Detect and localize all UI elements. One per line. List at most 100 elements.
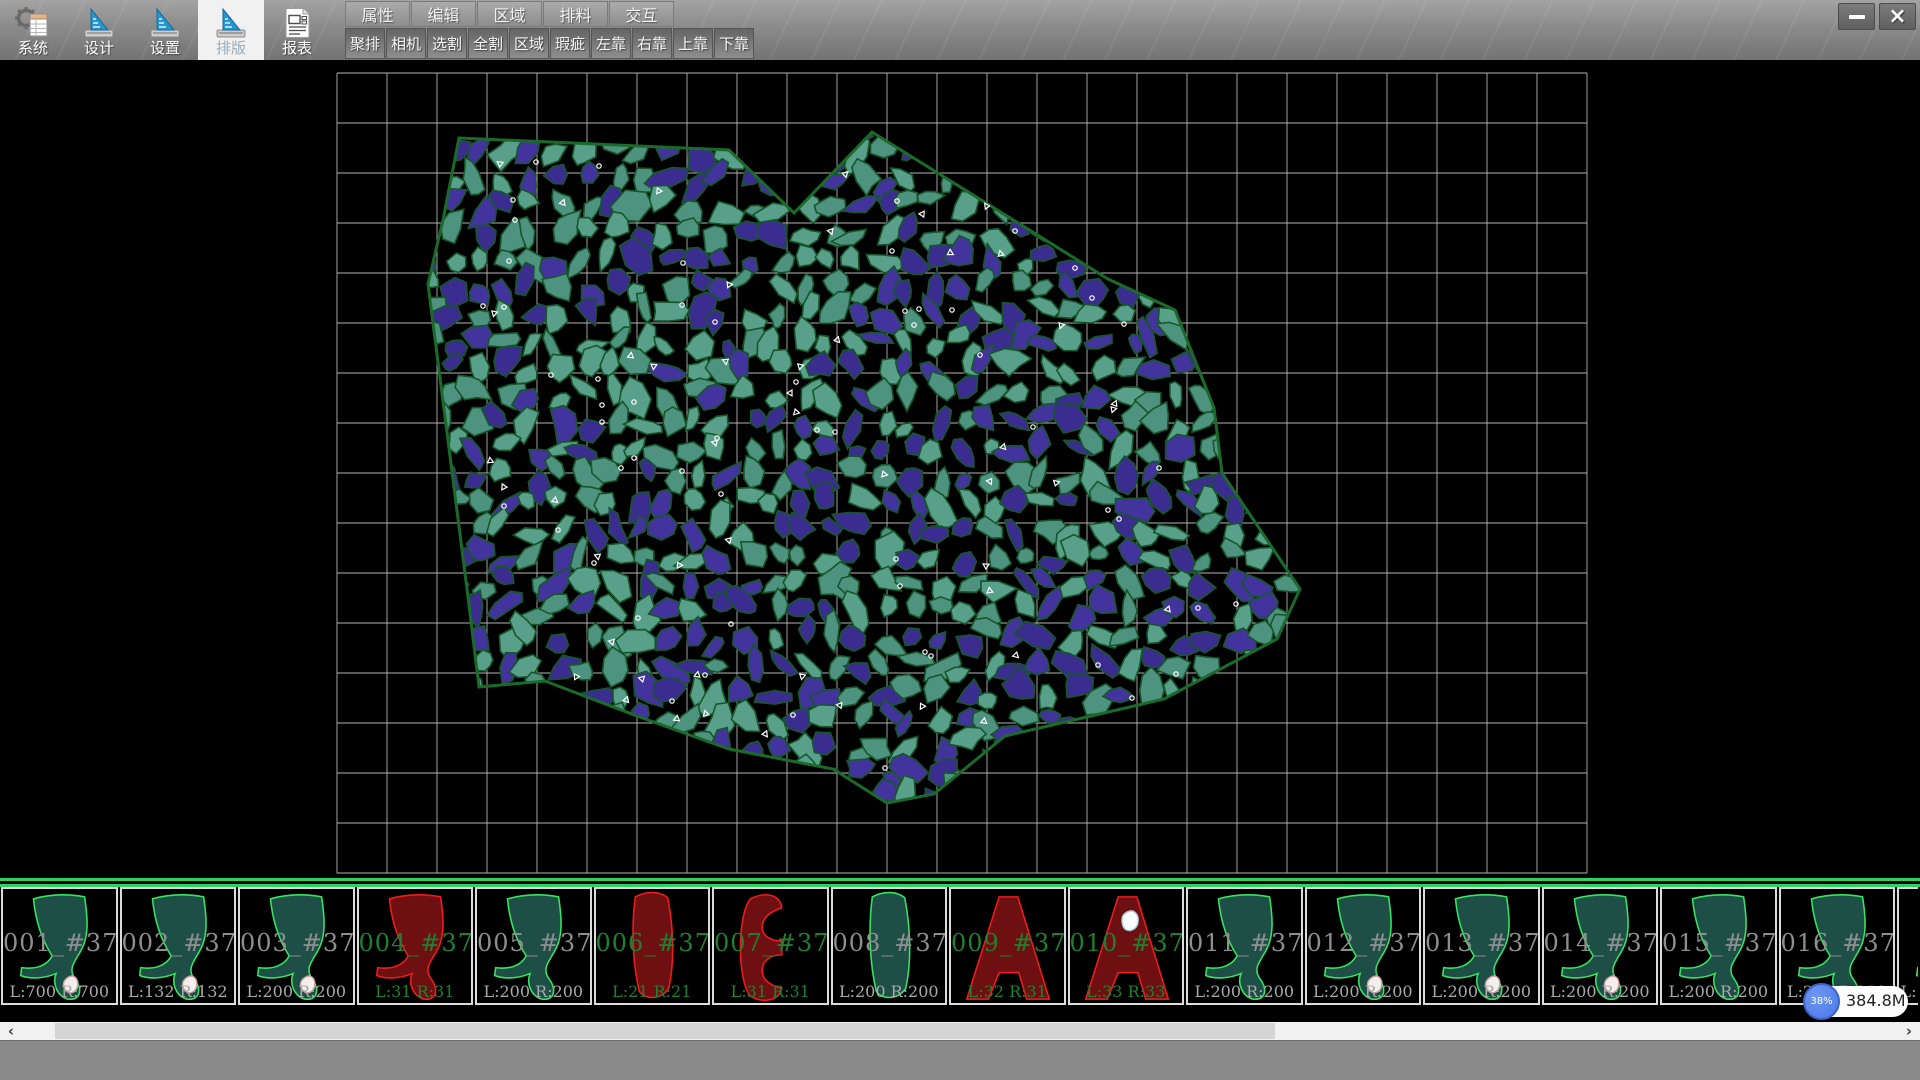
tool-button-9[interactable]: 上靠	[673, 28, 713, 59]
piece-lr-count: L:200 R:200	[1188, 982, 1301, 1001]
minimize-icon	[1849, 15, 1865, 19]
piece-lr-count: L:200 R:200	[833, 982, 946, 1001]
titlebar: 系统设计设置排版报表 属性编辑区域排料交互 聚排相机选割全割区域瑕疵左靠右靠上靠…	[0, 0, 1920, 60]
piece-id: 007_#37	[714, 929, 827, 957]
piece-id: 015_#37	[1662, 929, 1775, 957]
piece-id: 011_#37	[1188, 929, 1301, 957]
app-button-5[interactable]: 报表	[264, 0, 330, 60]
piece-id: 002_#37	[122, 929, 235, 957]
thumbnail-cell-3[interactable]: 003_#37 L:200 R:200	[238, 887, 355, 1005]
app-button-label: 设置	[150, 40, 180, 57]
app-button-label: 报表	[282, 40, 312, 57]
piece-lr-count: L:200 R:200	[1425, 982, 1538, 1001]
menu-button-5[interactable]: 交互	[609, 1, 674, 27]
thumbnail-cell-8[interactable]: 008_#37 L:200 R:200	[831, 887, 948, 1005]
tool-button-6[interactable]: 瑕疵	[550, 28, 590, 59]
piece-id: 006_#37	[596, 929, 709, 957]
thumbnail-cell-9[interactable]: 009_#37 L:32 R:31	[949, 887, 1066, 1005]
piece-lr-count: L:700 R:700	[3, 982, 116, 1001]
scroll-left-button[interactable]: ‹	[0, 1022, 22, 1040]
app-button-1[interactable]: 系统	[0, 0, 66, 60]
app-button-label: 排版	[216, 40, 246, 57]
tool-button-4[interactable]: 全割	[468, 28, 508, 59]
menu-button-2[interactable]: 编辑	[411, 1, 476, 27]
tool-button-1[interactable]: 聚排	[345, 28, 385, 59]
tool-button-10[interactable]: 下靠	[714, 28, 754, 59]
memory-badge: 38% 384.8M	[1806, 986, 1908, 1017]
piece-id: 016_#37	[1781, 929, 1894, 957]
piece-id: 012_#37	[1307, 929, 1420, 957]
piece-lr-count: L:132 R:132	[122, 982, 235, 1001]
piece-lr-count: L:200 R:200	[1662, 982, 1775, 1001]
piece-id: 009_#37	[951, 929, 1064, 957]
piece-lr-count: L:33 R:33	[1070, 982, 1183, 1001]
piece-lr-count: L:200 R:200	[1544, 982, 1657, 1001]
thumbnail-cell-13[interactable]: 013_#37 L:200 R:200	[1423, 887, 1540, 1005]
ruler-icon	[147, 7, 183, 39]
menu-button-4[interactable]: 排料	[543, 1, 608, 27]
app-button-4[interactable]: 排版	[198, 0, 264, 60]
piece-id: 010_#37	[1070, 929, 1183, 957]
app-window: 系统设计设置排版报表 属性编辑区域排料交互 聚排相机选割全割区域瑕疵左靠右靠上靠…	[0, 0, 1920, 1080]
piece-id: 005_#37	[477, 929, 590, 957]
ruler-icon	[213, 7, 249, 39]
memory-percent: 38%	[1810, 996, 1832, 1007]
piece-lr-count: L:31 R:31	[359, 982, 472, 1001]
close-icon: ×	[1888, 7, 1906, 27]
tool-button-7[interactable]: 左靠	[591, 28, 631, 59]
app-button-label: 系统	[18, 40, 48, 57]
app-button-2[interactable]: 设计	[66, 0, 132, 60]
piece-lr-count: L:32 R:31	[951, 982, 1064, 1001]
piece-id: 013_#37	[1425, 929, 1538, 957]
thumbnail-cell-10[interactable]: 010_#37 L:33 R:33	[1068, 887, 1185, 1005]
thumbnail-cell-6[interactable]: 006_#37 L:21 R:21	[594, 887, 711, 1005]
tool-button-5[interactable]: 区域	[509, 28, 549, 59]
piece-lr-count: L:200 R:200	[1307, 982, 1420, 1001]
system-icon	[15, 7, 51, 39]
piece-lr-count: L:31 R:31	[714, 982, 827, 1001]
memory-percent-badge: 38%	[1803, 983, 1840, 1020]
scrollbar-thumb[interactable]	[55, 1023, 1275, 1039]
menu-bar: 属性编辑区域排料交互	[345, 1, 675, 28]
piece-lr-count: L:21 R:21	[596, 982, 709, 1001]
tool-bar: 聚排相机选割全割区域瑕疵左靠右靠上靠下靠	[345, 28, 755, 59]
piece-id: 001_#37	[3, 929, 116, 957]
close-button[interactable]: ×	[1879, 3, 1916, 30]
thumbnail-cell-11[interactable]: 011_#37 L:200 R:200	[1186, 887, 1303, 1005]
tool-button-2[interactable]: 相机	[386, 28, 426, 59]
piece-id: 003_#37	[240, 929, 353, 957]
piece-lr-count: L:200 R:200	[240, 982, 353, 1001]
piece-id: 008_#37	[833, 929, 946, 957]
ruler-icon	[81, 7, 117, 39]
menu-button-1[interactable]: 属性	[345, 1, 410, 27]
thumbnail-cell-2[interactable]: 002_#37 L:132 R:132	[120, 887, 237, 1005]
strip-top-line	[0, 878, 1920, 881]
piece-id: 014_#37	[1544, 929, 1657, 957]
window-controls: ×	[1838, 3, 1916, 30]
app-mode-buttons: 系统 设计 设置 排版 报表	[0, 0, 330, 60]
memory-size: 384.8M	[1846, 991, 1906, 1010]
menu-button-3[interactable]: 区域	[477, 1, 542, 27]
tool-button-8[interactable]: 右靠	[632, 28, 672, 59]
minimize-button[interactable]	[1838, 3, 1875, 30]
nesting-canvas[interactable]	[0, 60, 1920, 878]
status-bar	[0, 1040, 1920, 1080]
thumbnail-cell-7[interactable]: 007_#37 L:31 R:31	[712, 887, 829, 1005]
thumbnail-cell-1[interactable]: 001_#37 L:700 R:700	[1, 887, 118, 1005]
scroll-right-button[interactable]: ›	[1898, 1022, 1920, 1040]
app-button-label: 设计	[84, 40, 114, 57]
app-button-3[interactable]: 设置	[132, 0, 198, 60]
thumbnail-cell-15[interactable]: 015_#37 L:200 R:200	[1660, 887, 1777, 1005]
horizontal-scrollbar[interactable]: ‹ ›	[0, 1022, 1920, 1040]
piece-thumbnail-strip: 001_#37L:700 R:700002_#37L:132 R:132003_…	[0, 878, 1920, 1022]
report-icon	[279, 7, 315, 39]
nesting-svg	[0, 60, 1920, 878]
thumbnail-cell-4[interactable]: 004_#37 L:31 R:31	[357, 887, 474, 1005]
piece-lr-count: L:200 R:200	[477, 982, 590, 1001]
thumbnail-cells: 001_#37L:700 R:700002_#37L:132 R:132003_…	[0, 887, 1919, 1005]
thumbnail-cell-12[interactable]: 012_#37 L:200 R:200	[1305, 887, 1422, 1005]
tool-button-3[interactable]: 选割	[427, 28, 467, 59]
thumbnail-cell-5[interactable]: 005_#37 L:200 R:200	[475, 887, 592, 1005]
thumbnail-cell-14[interactable]: 014_#37 L:200 R:200	[1542, 887, 1659, 1005]
piece-id: 004_#37	[359, 929, 472, 957]
